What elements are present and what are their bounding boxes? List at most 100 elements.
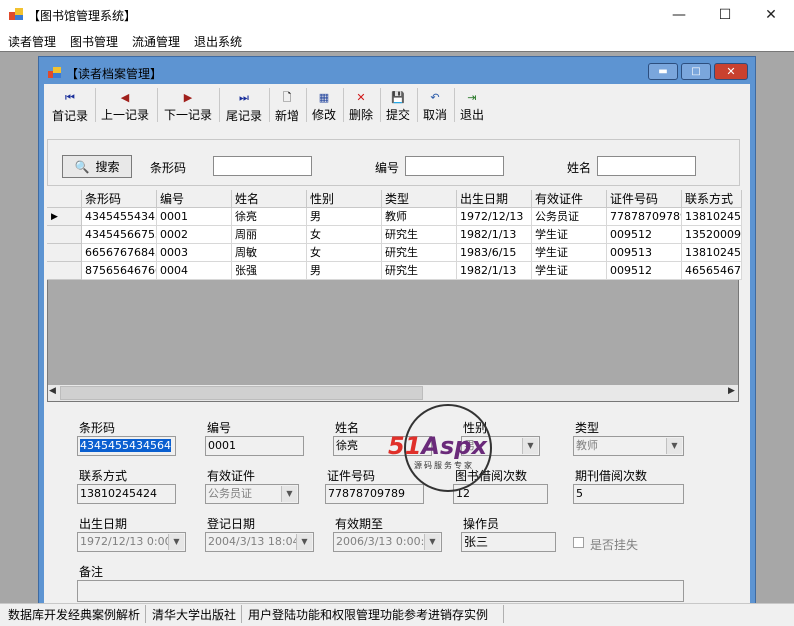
contact-field[interactable]: 13810245424	[77, 484, 176, 504]
grid-cell[interactable]: 0003	[157, 244, 232, 262]
remark-field[interactable]	[77, 580, 684, 602]
scroll-left-icon[interactable]: ◀	[49, 386, 56, 396]
edit-button[interactable]: ▦ 修改	[309, 88, 339, 122]
grid-cell[interactable]: 46565467	[682, 262, 742, 280]
grid-cell[interactable]: 13520009	[682, 226, 742, 244]
first-record-icon: ⏮	[65, 91, 75, 104]
menu-exit[interactable]: 退出系统	[194, 33, 242, 50]
column-header[interactable]: 性别	[307, 190, 382, 208]
exit-button[interactable]: ⇥ 退出	[457, 88, 487, 122]
grid-cell[interactable]: 1982/1/13	[457, 226, 532, 244]
child-close-button[interactable]: ✕	[714, 63, 748, 80]
grid-cell[interactable]: 周丽	[232, 226, 307, 244]
grid-cell[interactable]: 学生证	[532, 244, 607, 262]
row-header[interactable]	[47, 244, 82, 262]
child-maximize-button[interactable]: □	[681, 63, 711, 80]
menu-books[interactable]: 图书管理	[70, 33, 118, 50]
lost-label: 是否挂失	[590, 538, 639, 552]
expire-date-picker[interactable]: 2006/3/13 0:00: ▼	[333, 532, 442, 552]
chevron-down-icon: ▼	[168, 534, 184, 550]
grid-cell[interactable]: 009512	[607, 226, 682, 244]
birth-date-picker[interactable]: 1972/12/13 0:00 ▼	[77, 532, 186, 552]
grid-cell[interactable]: 学生证	[532, 226, 607, 244]
column-header[interactable]: 证件号码	[607, 190, 682, 208]
child-minimize-button[interactable]: ▬	[648, 63, 678, 80]
menu-reader[interactable]: 读者管理	[8, 33, 56, 50]
grid-cell[interactable]: 0002	[157, 226, 232, 244]
maximize-button[interactable]: ☐	[702, 0, 748, 30]
grid-cell[interactable]: 徐亮	[232, 208, 307, 226]
grid-cell[interactable]: 1982/1/13	[457, 262, 532, 280]
scrollbar-thumb[interactable]	[60, 386, 423, 400]
delete-button[interactable]: ✕ 删除	[346, 88, 376, 122]
cancel-button[interactable]: ↶ 取消	[420, 88, 450, 122]
column-header[interactable]: 条形码	[82, 190, 157, 208]
grid-cell[interactable]: 公务员证	[532, 208, 607, 226]
column-header[interactable]: 出生日期	[457, 190, 532, 208]
grid-cell[interactable]: 43454554345	[82, 208, 157, 226]
remark-label: 备注	[79, 565, 104, 579]
type-combo[interactable]: 教师 ▼	[573, 436, 684, 456]
submit-button[interactable]: 💾 提交	[383, 88, 413, 122]
search-barcode-input[interactable]	[213, 156, 312, 176]
grid-cell[interactable]: 009513	[607, 244, 682, 262]
column-header[interactable]: 联系方式	[682, 190, 742, 208]
grid-cell[interactable]: 43454566753	[82, 226, 157, 244]
grid-cell[interactable]: 研究生	[382, 262, 457, 280]
row-header[interactable]	[47, 226, 82, 244]
grid-cell[interactable]: 13810245	[682, 208, 742, 226]
search-button[interactable]: 🔍 搜索	[62, 155, 132, 178]
next-record-button[interactable]: ▶ 下一记录	[162, 88, 214, 122]
id-field[interactable]: 0001	[205, 436, 304, 456]
row-header[interactable]: ▶	[47, 208, 82, 226]
grid-cell[interactable]: 87565646766	[82, 262, 157, 280]
column-header[interactable]: 编号	[157, 190, 232, 208]
journal-borrow-field[interactable]: 5	[573, 484, 684, 504]
operator-field[interactable]: 张三	[461, 532, 556, 552]
app-icon	[9, 8, 23, 20]
grid-cell[interactable]: 研究生	[382, 226, 457, 244]
grid-cell[interactable]: 0004	[157, 262, 232, 280]
grid-cell[interactable]: 教师	[382, 208, 457, 226]
grid-cell[interactable]: 1983/6/15	[457, 244, 532, 262]
grid-cell[interactable]: 0001	[157, 208, 232, 226]
row-header[interactable]	[47, 262, 82, 280]
doc-no-field[interactable]: 77878709789	[325, 484, 424, 504]
lost-checkbox[interactable]	[573, 537, 584, 548]
search-id-input[interactable]	[405, 156, 504, 176]
grid-cell[interactable]: 男	[307, 208, 382, 226]
reg-date-picker[interactable]: 2004/3/13 18:04 ▼	[205, 532, 314, 552]
column-header[interactable]: 类型	[382, 190, 457, 208]
status-note: 用户登陆功能和权限管理功能参考进销存实例	[248, 608, 489, 622]
grid-cell[interactable]: 13810245	[682, 244, 742, 262]
grid-cell[interactable]: 009512	[607, 262, 682, 280]
close-button[interactable]: ✕	[748, 0, 794, 30]
grid-cell[interactable]: 女	[307, 244, 382, 262]
grid-cell[interactable]: 张强	[232, 262, 307, 280]
valid-doc-combo[interactable]: 公务员证 ▼	[205, 484, 299, 504]
toolbar-separator	[95, 88, 96, 122]
grid-cell[interactable]: 女	[307, 226, 382, 244]
grid-cell[interactable]: 学生证	[532, 262, 607, 280]
barcode-field[interactable]: 4345455434564	[77, 436, 176, 456]
last-record-button[interactable]: ⏭ 尾记录	[223, 88, 265, 123]
first-record-button[interactable]: ⏮ 首记录	[49, 88, 91, 123]
prev-record-button[interactable]: ◀ 上一记录	[99, 88, 151, 122]
search-id-label: 编号	[375, 161, 400, 175]
grid-cell[interactable]: 1972/12/13	[457, 208, 532, 226]
scroll-right-icon[interactable]: ▶	[728, 386, 735, 396]
delete-icon: ✕	[356, 91, 366, 104]
new-button[interactable]: 🗋 新增	[272, 88, 302, 124]
menu-circulation[interactable]: 流通管理	[132, 33, 180, 50]
column-header[interactable]: 姓名	[232, 190, 307, 208]
grid-cell[interactable]: 66567676845	[82, 244, 157, 262]
grid-cell[interactable]: 研究生	[382, 244, 457, 262]
search-name-input[interactable]	[597, 156, 696, 176]
grid-cell[interactable]: 77878709789	[607, 208, 682, 226]
edit-icon: ▦	[318, 91, 330, 104]
column-header[interactable]: 有效证件	[532, 190, 607, 208]
grid-cell[interactable]: 男	[307, 262, 382, 280]
journal-borrow-label: 期刊借阅次数	[575, 469, 648, 483]
minimize-button[interactable]: —	[656, 0, 702, 30]
grid-cell[interactable]: 周敏	[232, 244, 307, 262]
